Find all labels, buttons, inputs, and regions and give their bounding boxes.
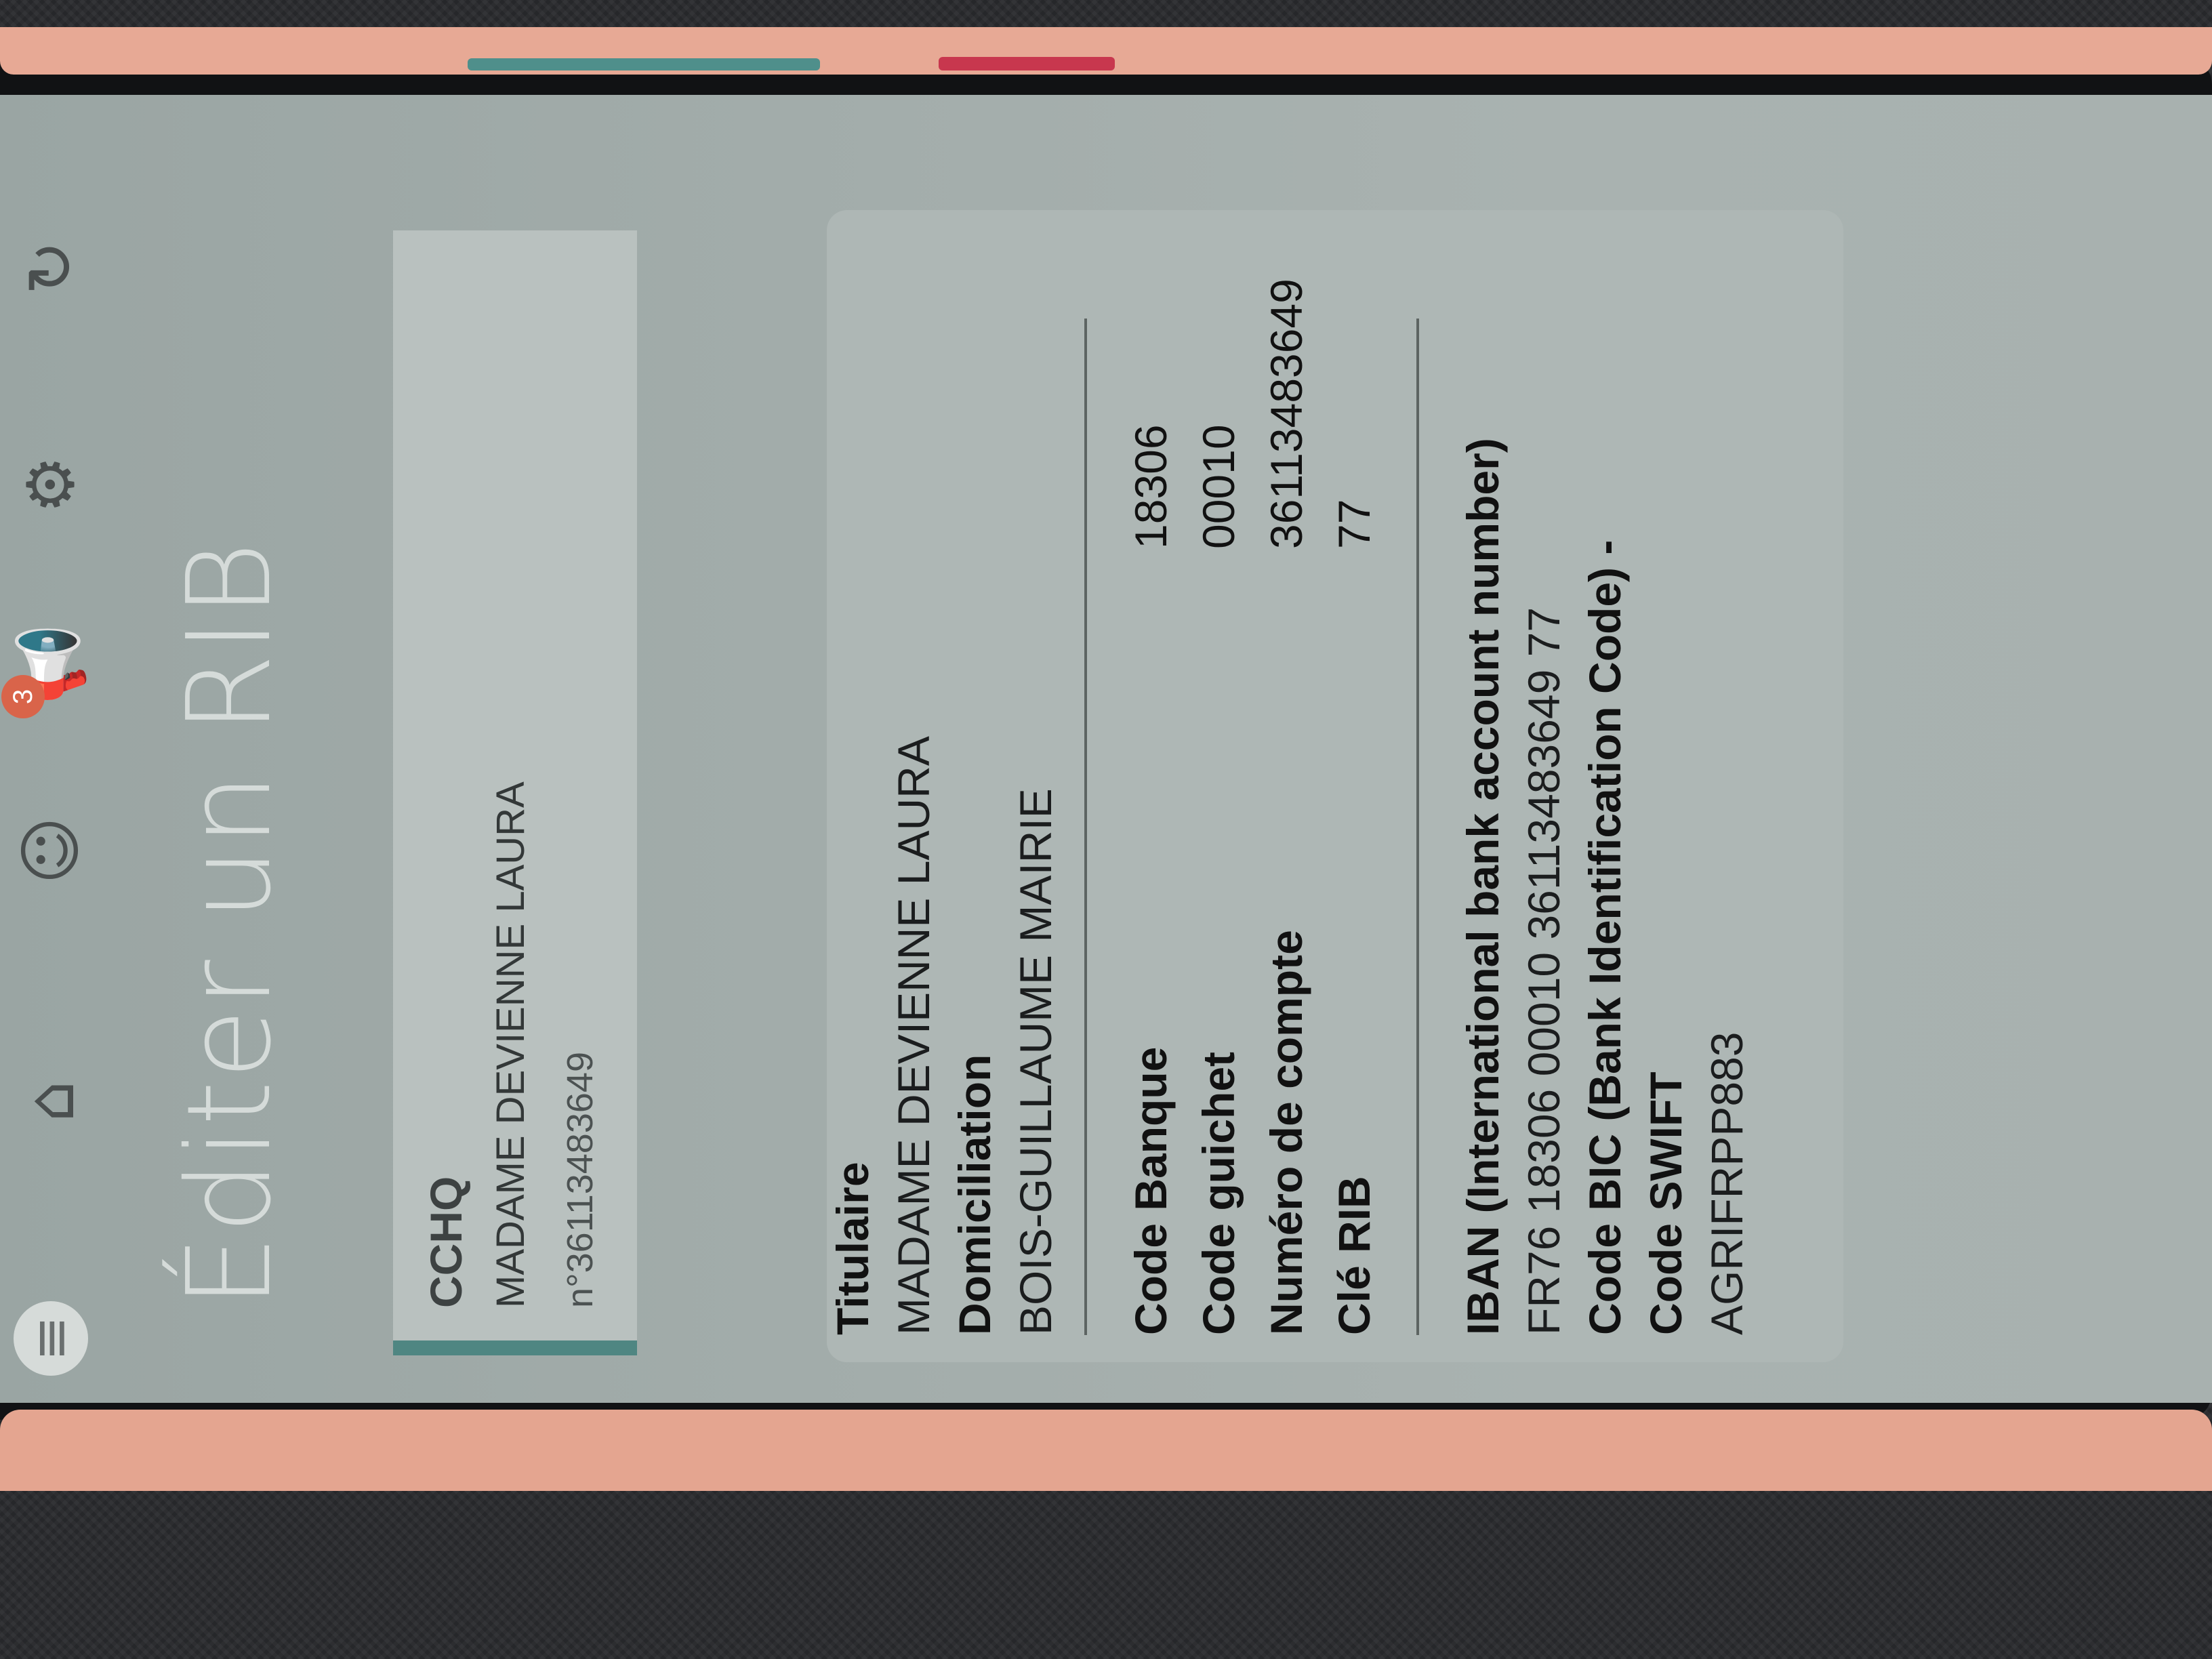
refresh-icon[interactable]: ↻ <box>13 230 89 305</box>
account-accent-bar <box>393 1340 637 1355</box>
code-banque-value: 18306 <box>1126 424 1176 549</box>
account-selector[interactable]: CCHQ MADAME DEVIENNE LAURA n°36113483649 <box>393 230 637 1355</box>
chat-icon[interactable]: ☺ <box>13 813 89 888</box>
bic-label: Code BIC (Bank Identification Code) - <box>1580 539 1630 1335</box>
code-guichet-value: 00010 <box>1193 424 1244 549</box>
power-button <box>939 57 1115 70</box>
notification-badge: 3 <box>1 675 45 718</box>
page-title: Éditer un RIB <box>163 540 297 1308</box>
account-type: CCHQ <box>421 1176 471 1308</box>
gear-icon[interactable]: ⚙ <box>13 447 89 522</box>
domiciliation-value: BOIS-GUILLAUME MAIRIE <box>1010 788 1061 1335</box>
menu-icon[interactable]: ≡ <box>14 1301 88 1376</box>
volume-button <box>468 58 820 70</box>
titulaire-label: Titulaire <box>827 1162 878 1335</box>
swift-value: AGRIFRPP883 <box>1702 1031 1752 1336</box>
titulaire-value: MADAME DEVIENNE LAURA <box>888 736 939 1335</box>
domiciliation-label: Domiciliation <box>949 1054 1000 1335</box>
separator <box>1416 319 1419 1335</box>
numero-compte-value: 36113483649 <box>1261 279 1311 549</box>
account-number: n°36113483649 <box>560 1052 600 1308</box>
swift-label: Code SWIFT <box>1641 1071 1691 1335</box>
phone-screen: ≡ ⌂ ☺ 📢 3 ⚙ ↻ Éditer un RIB CCHQ MADAME … <box>0 95 2212 1403</box>
toolbar: ≡ ⌂ ☺ 📢 3 ⚙ ↻ <box>0 95 122 1403</box>
phone-case-bottom <box>0 1410 2212 1491</box>
rib-card: Titulaire MADAME DEVIENNE LAURA Domicili… <box>827 210 1843 1362</box>
numero-compte-label: Numéro de compte <box>1261 930 1311 1335</box>
iban-value: FR76 18306 00010 36113483649 77 <box>1519 607 1569 1335</box>
home-icon[interactable]: ⌂ <box>13 1064 89 1139</box>
iban-label: IBAN (International bank account number) <box>1458 438 1508 1335</box>
account-holder: MADAME DEVIENNE LAURA <box>489 781 533 1308</box>
cle-rib-label: Clé RIB <box>1329 1176 1379 1335</box>
cle-rib-value: 77 <box>1329 499 1379 549</box>
app-view: ≡ ⌂ ☺ 📢 3 ⚙ ↻ Éditer un RIB CCHQ MADAME … <box>0 95 2212 1403</box>
code-banque-label: Code Banque <box>1126 1046 1176 1335</box>
code-guichet-label: Code guichet <box>1193 1051 1244 1335</box>
separator <box>1084 319 1087 1335</box>
